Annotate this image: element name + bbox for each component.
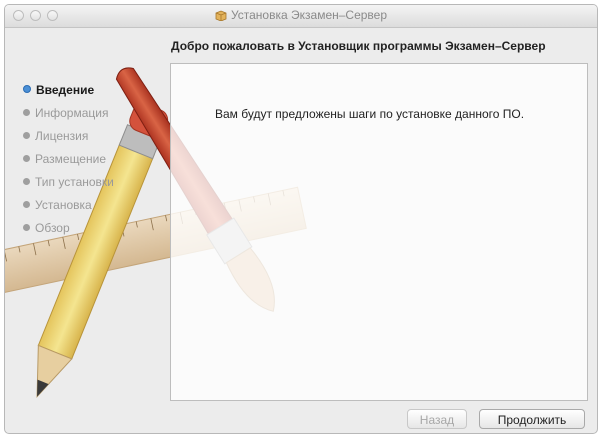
intro-text: Вам будут предложены шаги по установке д… bbox=[215, 107, 525, 121]
step-active-bullet-icon bbox=[23, 85, 31, 93]
step-bullet-icon bbox=[23, 201, 30, 208]
step-label: Установка bbox=[35, 198, 92, 212]
back-button[interactable]: Назад bbox=[407, 409, 467, 429]
window-title-area: Установка Экзамен–Сервер bbox=[5, 8, 597, 22]
step-bullet-icon bbox=[23, 155, 30, 162]
step-introduction: Введение bbox=[23, 83, 114, 106]
step-destination: Размещение bbox=[23, 152, 114, 175]
content-pane: Вам будут предложены шаги по установке д… bbox=[170, 63, 588, 401]
step-bullet-icon bbox=[23, 178, 30, 185]
continue-button[interactable]: Продолжить bbox=[479, 409, 585, 429]
step-bullet-icon bbox=[23, 224, 30, 231]
step-information: Информация bbox=[23, 106, 114, 129]
step-label: Введение bbox=[36, 83, 95, 97]
page-heading: Добро пожаловать в Установщик программы … bbox=[171, 39, 546, 53]
installer-package-icon bbox=[215, 10, 227, 21]
step-label: Тип установки bbox=[35, 175, 114, 189]
step-installation-type: Тип установки bbox=[23, 175, 114, 198]
window-title: Установка Экзамен–Сервер bbox=[230, 8, 388, 22]
step-license: Лицензия bbox=[23, 129, 114, 152]
step-label: Лицензия bbox=[35, 129, 89, 143]
title-bar: Установка Экзамен–Сервер bbox=[5, 5, 597, 28]
installer-steps: Введение Информация Лицензия Размещение … bbox=[23, 83, 114, 244]
step-label: Информация bbox=[35, 106, 109, 120]
installer-window: Установка Экзамен–Сервер Добро пожаловат… bbox=[4, 4, 598, 434]
step-installation: Установка bbox=[23, 198, 114, 221]
step-bullet-icon bbox=[23, 132, 30, 139]
step-label: Размещение bbox=[35, 152, 106, 166]
step-label: Обзор bbox=[35, 221, 70, 235]
step-bullet-icon bbox=[23, 109, 30, 116]
step-summary: Обзор bbox=[23, 221, 114, 244]
